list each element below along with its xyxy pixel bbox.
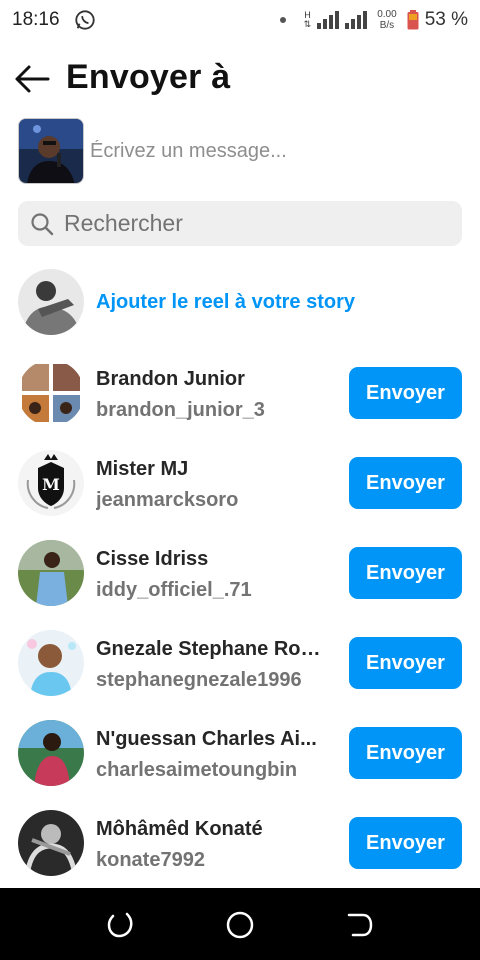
list-item: Cisse Idriss iddy_officiel_.71 Envoyer — [18, 540, 462, 630]
contact-name: Gnezale Stephane Rod... — [96, 638, 326, 660]
search-input[interactable] — [64, 210, 444, 237]
signal-icon-2 — [345, 11, 368, 29]
list-item: Brandon Junior brandon_junior_3 Envoyer — [18, 360, 462, 450]
contact-names: N'guessan Charles Ai... charlesaimetoung… — [96, 728, 326, 782]
avatar — [18, 810, 84, 876]
status-right: H ⇅ 0.00 B/s 53 % — [279, 9, 468, 31]
contact-username: stephanegnezale1996 — [96, 669, 302, 691]
network-type: H ⇅ — [304, 11, 312, 29]
message-input[interactable] — [90, 139, 450, 163]
my-avatar — [18, 269, 84, 335]
network-speed-value: 0.00 — [377, 9, 397, 20]
network-speed: 0.00 B/s — [377, 9, 396, 31]
send-button[interactable]: Envoyer — [349, 637, 462, 689]
avatar — [18, 630, 84, 696]
list-item: Môhâmêd Konaté konate7992 Envoyer — [18, 810, 462, 900]
back-nav-icon[interactable] — [345, 910, 375, 940]
contact-names: Cisse Idriss iddy_officiel_.71 — [96, 548, 326, 602]
list-item: N'guessan Charles Ai... charlesaimetoung… — [18, 720, 462, 810]
send-button[interactable]: Envoyer — [349, 727, 462, 779]
avatar — [18, 720, 84, 786]
status-bar: 18:16 H ⇅ 0.00 B/s 53 % — [0, 0, 480, 40]
battery-percent: 53 % — [424, 9, 468, 30]
notification-dot-icon — [279, 17, 286, 23]
contact-name: Mister MJ — [96, 458, 189, 480]
home-circle-icon[interactable] — [225, 910, 255, 940]
network-speed-unit: B/s — [379, 20, 395, 31]
list-item: M Mister MJ jeanmarcksoro Envoyer — [18, 450, 462, 540]
contact-names: Brandon Junior brandon_junior_3 — [96, 368, 326, 422]
search-bar[interactable] — [18, 201, 462, 246]
contact-name: N'guessan Charles Ai... — [96, 728, 317, 750]
add-to-story-row[interactable]: Ajouter le reel à votre story — [18, 269, 462, 335]
send-button[interactable]: Envoyer — [349, 817, 462, 869]
send-button[interactable]: Envoyer — [349, 457, 462, 509]
recent-apps-icon[interactable] — [105, 910, 135, 940]
contact-name: Môhâmêd Konaté — [96, 818, 263, 840]
avatar — [18, 540, 84, 606]
contact-name: Brandon Junior — [96, 368, 245, 390]
list-item: Gnezale Stephane Rod... stephanegnezale1… — [18, 630, 462, 720]
add-to-story-label: Ajouter le reel à votre story — [96, 290, 355, 313]
battery-icon — [407, 10, 419, 30]
whatsapp-icon — [74, 10, 95, 30]
page-title: Envoyer à — [66, 58, 231, 96]
svg-text:M: M — [42, 475, 60, 494]
contact-list: Brandon Junior brandon_junior_3 Envoyer … — [18, 360, 462, 900]
contact-username: brandon_junior_3 — [96, 399, 265, 421]
arrow-left-icon[interactable] — [14, 64, 50, 94]
contact-username: iddy_officiel_.71 — [96, 579, 252, 601]
contact-names: Môhâmêd Konaté konate7992 — [96, 818, 326, 872]
system-nav-bar — [0, 888, 480, 960]
contact-names: Gnezale Stephane Rod... stephanegnezale1… — [96, 638, 326, 692]
signal-icon — [317, 11, 340, 29]
contact-names: Mister MJ jeanmarcksoro — [96, 458, 326, 512]
contact-username: jeanmarcksoro — [96, 489, 239, 511]
avatar: M — [18, 450, 84, 516]
header: Envoyer à — [0, 56, 480, 102]
message-compose — [18, 118, 462, 184]
send-button[interactable]: Envoyer — [349, 367, 462, 419]
status-time: 18:16 — [12, 9, 60, 30]
contact-username: konate7992 — [96, 849, 205, 871]
search-icon — [31, 212, 54, 235]
contact-name: Cisse Idriss — [96, 548, 209, 570]
data-arrows-icon: ⇅ — [303, 19, 312, 29]
contact-username: charlesaimetoungbin — [96, 759, 298, 781]
reel-thumbnail — [18, 118, 84, 184]
send-button[interactable]: Envoyer — [349, 547, 462, 599]
avatar — [18, 360, 84, 426]
